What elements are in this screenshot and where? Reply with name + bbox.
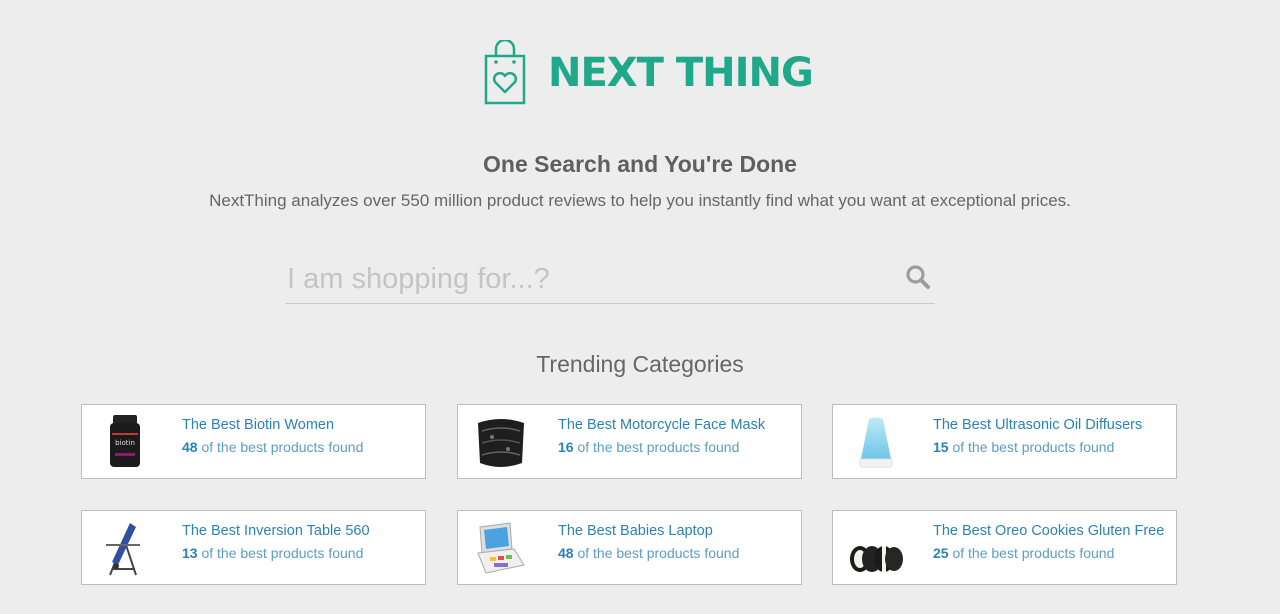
- toy-laptop-image: [477, 522, 525, 574]
- oil-diffuser-image: [859, 417, 893, 468]
- category-card-biotin[interactable]: biotin The Best Biotin Women 48 of the b…: [81, 404, 426, 479]
- search-bar: [285, 256, 935, 304]
- search-input[interactable]: [287, 258, 887, 300]
- card-count: 15 of the best products found: [933, 439, 1115, 455]
- inversion-table-image: [106, 523, 140, 576]
- category-card-oreo-cookies[interactable]: The Best Oreo Cookies Gluten Free 25 of …: [832, 510, 1177, 585]
- card-title[interactable]: The Best Babies Laptop: [558, 523, 713, 539]
- card-title[interactable]: The Best Ultrasonic Oil Diffusers: [933, 417, 1142, 433]
- card-title[interactable]: The Best Biotin Women: [182, 417, 334, 433]
- face-mask-image: [478, 419, 524, 467]
- brand-name: NEXT THING: [548, 50, 814, 96]
- trending-heading: Trending Categories: [536, 351, 744, 377]
- site-logo[interactable]: NEXT THING: [484, 40, 814, 106]
- card-count: 13 of the best products found: [182, 545, 364, 561]
- biotin-bottle-image: biotin: [110, 415, 140, 467]
- card-count: 48 of the best products found: [558, 545, 740, 561]
- card-count: 25 of the best products found: [933, 545, 1115, 561]
- category-card-oil-diffuser[interactable]: The Best Ultrasonic Oil Diffusers 15 of …: [832, 404, 1177, 479]
- shopping-bag-heart-icon: [484, 40, 526, 105]
- card-title[interactable]: The Best Motorcycle Face Mask: [558, 417, 765, 433]
- page-headline: One Search and You're Done: [483, 151, 797, 177]
- category-card-inversion-table[interactable]: The Best Inversion Table 560 13 of the b…: [81, 510, 426, 585]
- page-subheadline: NextThing analyzes over 550 million prod…: [209, 191, 1071, 210]
- oreo-cookies-image: [850, 546, 903, 572]
- card-title[interactable]: The Best Oreo Cookies Gluten Free: [933, 523, 1164, 539]
- card-count: 16 of the best products found: [558, 439, 740, 455]
- search-icon[interactable]: [905, 264, 931, 290]
- svg-text:biotin: biotin: [115, 439, 135, 447]
- card-count: 48 of the best products found: [182, 439, 364, 455]
- card-title[interactable]: The Best Inversion Table 560: [182, 523, 370, 539]
- category-card-face-mask[interactable]: The Best Motorcycle Face Mask 16 of the …: [457, 404, 802, 479]
- category-card-babies-laptop[interactable]: The Best Babies Laptop 48 of the best pr…: [457, 510, 802, 585]
